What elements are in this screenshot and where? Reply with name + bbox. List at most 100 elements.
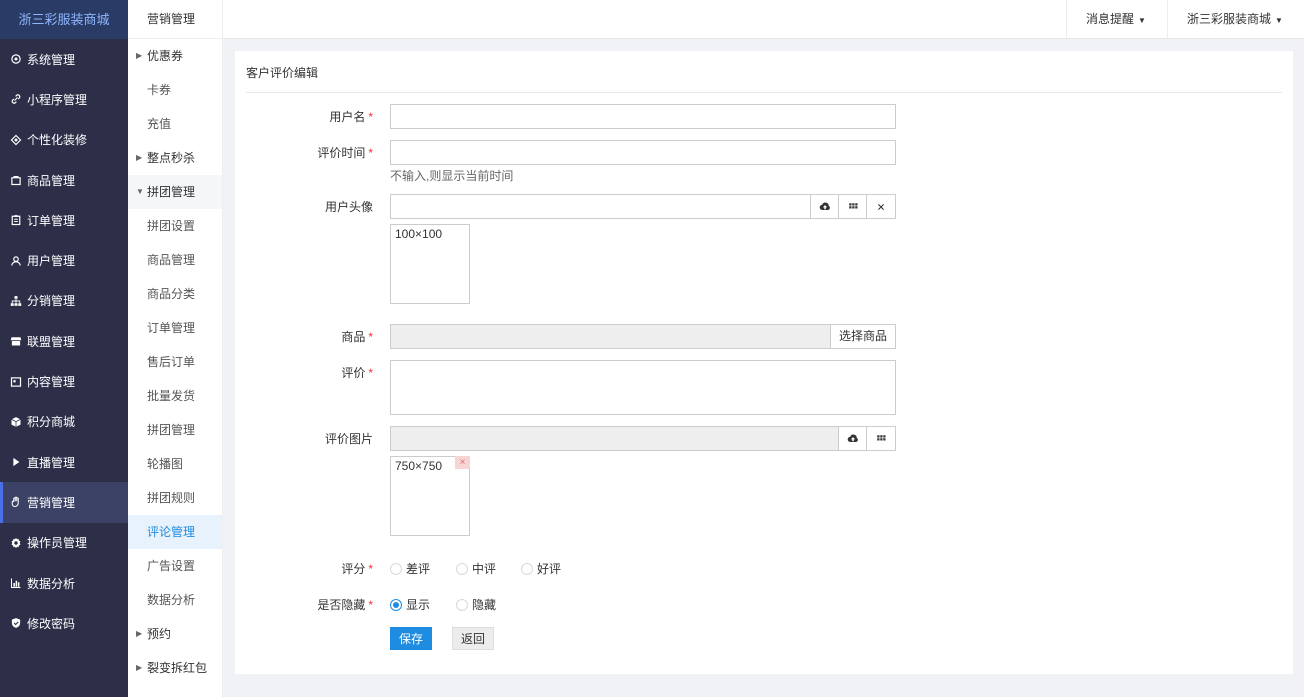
nav-item[interactable]: 小程序管理 <box>0 79 128 119</box>
submenu-item[interactable]: ▶ 整点秒杀 <box>128 141 222 175</box>
nav-item[interactable]: 积分商城 <box>0 402 128 442</box>
submenu-item[interactable]: 商品管理 <box>128 243 222 277</box>
submenu-item[interactable]: 拼团设置 <box>128 209 222 243</box>
username-input[interactable] <box>390 104 896 129</box>
user-icon <box>10 255 22 267</box>
submenu-item-label: 拼团管理 <box>147 185 196 199</box>
submenu-item[interactable]: 评论管理 <box>128 515 222 549</box>
top-bar: 消息提醒 ▼ 浙三彩服装商城 ▼ <box>223 0 1304 39</box>
submenu-item[interactable]: 充值 <box>128 107 222 141</box>
store-dropdown[interactable]: 浙三彩服装商城 ▼ <box>1167 0 1304 39</box>
submenu-item-label: 订单管理 <box>147 321 196 335</box>
nav-item-label: 操作员管理 <box>27 536 88 551</box>
submenu-item[interactable]: 售后订单 <box>128 345 222 379</box>
brand-title[interactable]: 浙三彩服装商城 <box>0 0 128 39</box>
submenu-item[interactable]: ▶ 预约 <box>128 617 222 651</box>
grid-icon <box>877 434 886 440</box>
close-icon <box>878 203 884 210</box>
rating-radio-good[interactable]: 好评 <box>521 560 561 577</box>
nav-item[interactable]: 营销管理 <box>0 482 128 523</box>
upload-images-button[interactable] <box>838 426 867 451</box>
caret-right-icon: ▶ <box>136 153 143 162</box>
grid-icon <box>848 202 857 208</box>
submenu-item[interactable]: ▶ 裂变拆红包 <box>128 651 222 685</box>
submenu-item-label: 拼团管理 <box>147 423 196 437</box>
review-time-input[interactable] <box>390 140 896 165</box>
avatar-preview[interactable]: 100×100 <box>390 224 470 304</box>
play-icon <box>10 456 22 468</box>
submenu-item-label: 卡券 <box>147 83 172 97</box>
nav-item-label: 联盟管理 <box>27 334 76 349</box>
back-button[interactable]: 返回 <box>452 627 494 650</box>
select-product-button[interactable]: 选择商品 <box>830 324 897 349</box>
submenu-item-label: 轮播图 <box>147 457 184 471</box>
nav-item[interactable]: 内容管理 <box>0 361 128 401</box>
submenu-item[interactable]: 拼团管理 <box>128 413 222 447</box>
submenu-item[interactable]: 卡券 <box>128 73 222 107</box>
submenu-item[interactable]: 轮播图 <box>128 447 222 481</box>
submenu-item[interactable]: 拼团规则 <box>128 481 222 515</box>
submenu-item[interactable]: ▶ 优惠券 <box>128 39 222 73</box>
nav-item[interactable]: 个性化装修 <box>0 120 128 160</box>
divider <box>246 92 1282 93</box>
save-button[interactable]: 保存 <box>390 627 432 650</box>
select-avatar-button[interactable] <box>838 194 867 219</box>
submenu-item[interactable]: 商品分类 <box>128 277 222 311</box>
hidden-radio-show[interactable]: 显示 <box>390 596 430 613</box>
nav-item-label: 分销管理 <box>27 294 76 309</box>
submenu-item[interactable]: 数据分析 <box>128 583 222 617</box>
review-image-preview[interactable]: 750×750 × <box>390 456 470 536</box>
review-images-label: 评价图片 <box>324 432 373 446</box>
nav-item[interactable]: 用户管理 <box>0 240 128 280</box>
sitemap-icon <box>10 295 22 307</box>
cloud-upload-icon <box>819 202 830 210</box>
nav-item-label: 营销管理 <box>27 495 76 510</box>
radio-dot <box>390 562 402 575</box>
submenu-item[interactable]: ▼ 拼团管理 <box>128 175 222 209</box>
nav-item-label: 用户管理 <box>27 254 76 269</box>
rating-radio-neutral[interactable]: 中评 <box>456 560 496 577</box>
upload-avatar-button[interactable] <box>810 194 839 219</box>
submenu-item[interactable]: 订单管理 <box>128 311 222 345</box>
avatar-size-text: 100×100 <box>395 227 443 241</box>
radio-dot <box>456 562 468 575</box>
select-images-button[interactable] <box>866 426 896 451</box>
nav-item[interactable]: 操作员管理 <box>0 523 128 563</box>
hidden-radio-hide[interactable]: 隐藏 <box>456 596 496 613</box>
product-input[interactable] <box>390 324 831 349</box>
rating-radio-bad[interactable]: 差评 <box>390 560 430 577</box>
messages-dropdown[interactable]: 消息提醒 ▼ <box>1066 0 1167 39</box>
nav-item-label: 小程序管理 <box>27 92 88 107</box>
nav-item-label: 直播管理 <box>27 455 76 470</box>
nav-item[interactable]: 联盟管理 <box>0 321 128 361</box>
nav-item[interactable]: 商品管理 <box>0 160 128 200</box>
submenu-item-label: 数据分析 <box>147 593 196 607</box>
submenu-item[interactable]: 广告设置 <box>128 549 222 583</box>
nav-item[interactable]: 订单管理 <box>0 200 128 240</box>
bar-chart-icon <box>10 577 22 589</box>
nav-item-label: 数据分析 <box>27 576 76 591</box>
nav-item[interactable]: 直播管理 <box>0 442 128 482</box>
submenu-list: ▶ 优惠券卡券充值 ▶ 整点秒杀 ▼ 拼团管理 拼团设置商品管理商品分类订单管理售后订单 批量… <box>128 39 222 685</box>
cog-icon <box>10 537 22 549</box>
submenu-item[interactable]: 批量发货 <box>128 379 222 413</box>
clear-avatar-button[interactable] <box>866 194 896 219</box>
delete-image-icon[interactable]: × <box>455 456 470 469</box>
nav-item[interactable]: 系统管理 <box>0 39 128 79</box>
submenu-item-label: 商品管理 <box>147 253 196 267</box>
avatar-url-input[interactable] <box>390 194 811 219</box>
cube-icon <box>10 416 22 428</box>
nav-item[interactable]: 数据分析 <box>0 563 128 603</box>
nav-item[interactable]: 修改密码 <box>0 603 128 643</box>
main-sidebar: 浙三彩服装商城 系统管理小程序管理个性化装修 商品管理 订单管理用户管理分销管理联盟… <box>0 0 128 697</box>
caret-right-icon: ▶ <box>136 663 143 672</box>
rating-label: 评分 * <box>341 562 373 576</box>
nav-item-label: 修改密码 <box>27 616 76 631</box>
review-textarea[interactable] <box>390 360 896 415</box>
nav-item-label: 积分商城 <box>27 415 76 430</box>
sub-sidebar: 营销管理 ▶ 优惠券 卡券 充值 ▶ 整点秒杀 ▼ 拼团管理 拼团设置 商品管理 商品分类 订单管理售… <box>128 0 223 697</box>
messages-label: 消息提醒 <box>1086 12 1135 26</box>
nav-item[interactable]: 分销管理 <box>0 281 128 321</box>
store-icon <box>10 335 22 347</box>
review-images-input[interactable] <box>390 426 839 451</box>
